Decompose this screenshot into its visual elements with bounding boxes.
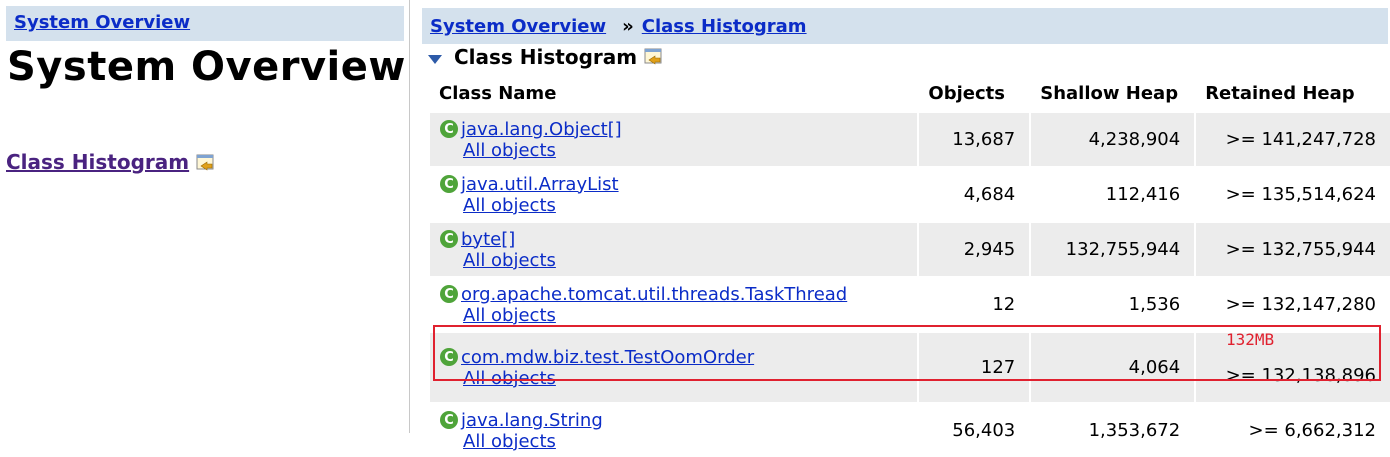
column-header-retained-heap[interactable]: Retained Heap	[1195, 75, 1390, 112]
class-icon: C	[440, 175, 458, 193]
section-title: Class Histogram	[454, 45, 638, 69]
all-objects-link[interactable]: All objects	[463, 431, 917, 452]
table-row: Cjava.util.ArrayList All objects 4,684 1…	[427, 166, 1390, 222]
objects-cell: 56,403	[917, 402, 1031, 457]
pane-divider[interactable]	[409, 0, 410, 433]
table-row: Corg.apache.tomcat.util.threads.TaskThre…	[427, 276, 1390, 332]
section-header: Class Histogram	[428, 45, 664, 69]
retained-heap-cell: >= 135,514,624	[1194, 166, 1390, 222]
class-icon: C	[440, 230, 458, 248]
class-name-cell: Cjava.util.ArrayList All objects	[427, 166, 919, 222]
objects-cell: 4,684	[917, 166, 1031, 222]
class-link[interactable]: org.apache.tomcat.util.threads.TaskThrea…	[461, 284, 847, 305]
histogram-breadcrumb-bar: System Overview » Class Histogram	[422, 8, 1388, 44]
shallow-heap-cell: 132,755,944	[1029, 221, 1196, 277]
table-row: Cjava.lang.String All objects 56,403 1,3…	[427, 402, 1390, 457]
histogram-pane: System Overview » Class Histogram Class …	[420, 0, 1390, 457]
column-header-objects[interactable]: Objects	[918, 75, 1030, 112]
class-link[interactable]: java.util.ArrayList	[461, 174, 619, 195]
objects-cell: 13,687	[917, 111, 1031, 167]
collapse-triangle-icon[interactable]	[428, 54, 442, 64]
retained-heap-cell: >= 132,138,896	[1194, 331, 1390, 403]
breadcrumb: System Overview » Class Histogram	[430, 16, 807, 37]
shallow-heap-cell: 4,238,904	[1029, 111, 1196, 167]
all-objects-link[interactable]: All objects	[463, 305, 917, 326]
class-icon: C	[440, 411, 458, 429]
class-icon: C	[440, 120, 458, 138]
all-objects-link[interactable]: All objects	[463, 250, 917, 271]
class-link[interactable]: byte[]	[461, 229, 515, 250]
retained-heap-cell: >= 132,755,944	[1194, 221, 1390, 277]
class-name-cell: Ccom.mdw.biz.test.TestOomOrder All objec…	[427, 331, 919, 403]
column-header-shallow-heap[interactable]: Shallow Heap	[1030, 75, 1195, 112]
breadcrumb-class-histogram[interactable]: Class Histogram	[642, 16, 807, 37]
retained-heap-cell: >= 132,147,280	[1194, 276, 1390, 332]
table-row: Cjava.lang.Object[] All objects 13,687 4…	[427, 111, 1390, 167]
table-header-row: Class Name Objects Shallow Heap Retained…	[429, 75, 1390, 112]
class-name-cell: Corg.apache.tomcat.util.threads.TaskThre…	[427, 276, 919, 332]
class-histogram-entry: Class Histogram	[6, 150, 216, 174]
class-link[interactable]: java.lang.String	[461, 410, 603, 431]
objects-cell: 127	[917, 331, 1031, 403]
overview-title: System Overview	[7, 44, 406, 90]
class-histogram-table: Class Name Objects Shallow Heap Retained…	[427, 75, 1390, 457]
open-in-pane-icon[interactable]	[644, 48, 664, 66]
overview-pane: System Overview System Overview Class Hi…	[0, 0, 408, 433]
all-objects-link[interactable]: All objects	[463, 195, 917, 216]
breadcrumb-system-overview[interactable]: System Overview	[430, 16, 606, 37]
objects-cell: 12	[917, 276, 1031, 332]
overview-breadcrumb-bar: System Overview	[6, 6, 404, 41]
class-name-cell: Cbyte[] All objects	[427, 221, 919, 277]
shallow-heap-cell: 112,416	[1029, 166, 1196, 222]
class-name-cell: Cjava.lang.Object[] All objects	[427, 111, 919, 167]
table-row: Cbyte[] All objects 2,945 132,755,944 >=…	[427, 221, 1390, 277]
all-objects-link[interactable]: All objects	[463, 368, 917, 389]
breadcrumb-separator: »	[622, 16, 634, 37]
shallow-heap-cell: 1,536	[1029, 276, 1196, 332]
retained-heap-cell: >= 6,662,312	[1194, 402, 1390, 457]
column-header-class-name[interactable]: Class Name	[429, 75, 918, 112]
objects-cell: 2,945	[917, 221, 1031, 277]
shallow-heap-cell: 1,353,672	[1029, 402, 1196, 457]
shallow-heap-cell: 4,064	[1029, 331, 1196, 403]
overview-breadcrumb-link[interactable]: System Overview	[14, 12, 190, 33]
class-icon: C	[440, 348, 458, 366]
all-objects-link[interactable]: All objects	[463, 140, 917, 161]
class-link[interactable]: com.mdw.biz.test.TestOomOrder	[461, 347, 754, 368]
annotation-label: 132MB	[1226, 330, 1275, 349]
class-histogram-link[interactable]: Class Histogram	[6, 150, 189, 174]
retained-heap-cell: >= 141,247,728	[1194, 111, 1390, 167]
class-link[interactable]: java.lang.Object[]	[461, 119, 622, 140]
open-in-pane-icon[interactable]	[196, 153, 216, 171]
class-name-cell: Cjava.lang.String All objects	[427, 402, 919, 457]
class-icon: C	[440, 285, 458, 303]
